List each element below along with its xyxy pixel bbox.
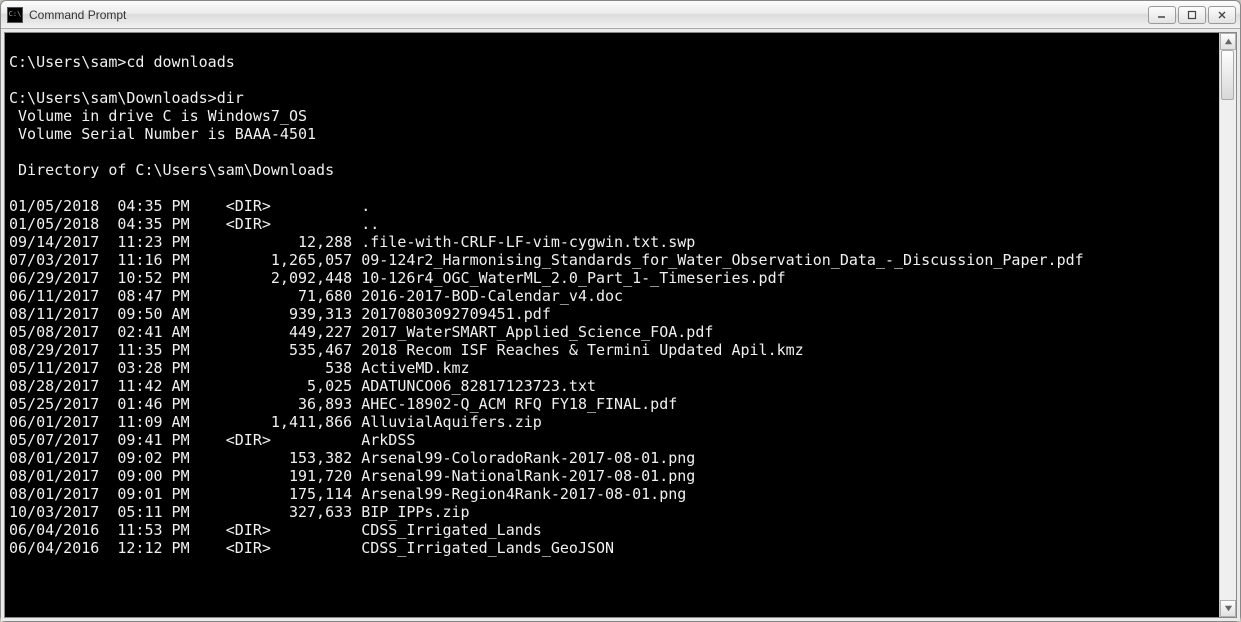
close-button[interactable] xyxy=(1208,6,1236,24)
command-prompt-window: Command Prompt C:\Users\sam>cd downloads… xyxy=(0,0,1241,622)
cmd-icon xyxy=(7,7,23,23)
maximize-button[interactable] xyxy=(1178,6,1206,24)
chevron-up-icon xyxy=(1224,37,1233,46)
minimize-button[interactable] xyxy=(1148,6,1176,24)
window-controls xyxy=(1148,6,1236,24)
scroll-down-button[interactable] xyxy=(1220,600,1236,617)
chevron-down-icon xyxy=(1224,604,1233,613)
maximize-icon xyxy=(1187,10,1197,20)
vertical-scrollbar[interactable] xyxy=(1219,33,1236,617)
scroll-up-button[interactable] xyxy=(1220,33,1236,50)
close-icon xyxy=(1217,10,1227,20)
titlebar[interactable]: Command Prompt xyxy=(1,1,1240,29)
terminal-output[interactable]: C:\Users\sam>cd downloads C:\Users\sam\D… xyxy=(5,33,1219,617)
minimize-icon xyxy=(1157,10,1167,20)
client-area: C:\Users\sam>cd downloads C:\Users\sam\D… xyxy=(1,29,1240,621)
window-title: Command Prompt xyxy=(29,8,1148,22)
console-frame: C:\Users\sam>cd downloads C:\Users\sam\D… xyxy=(4,32,1237,618)
scroll-track[interactable] xyxy=(1220,50,1236,600)
scroll-thumb[interactable] xyxy=(1221,50,1234,100)
